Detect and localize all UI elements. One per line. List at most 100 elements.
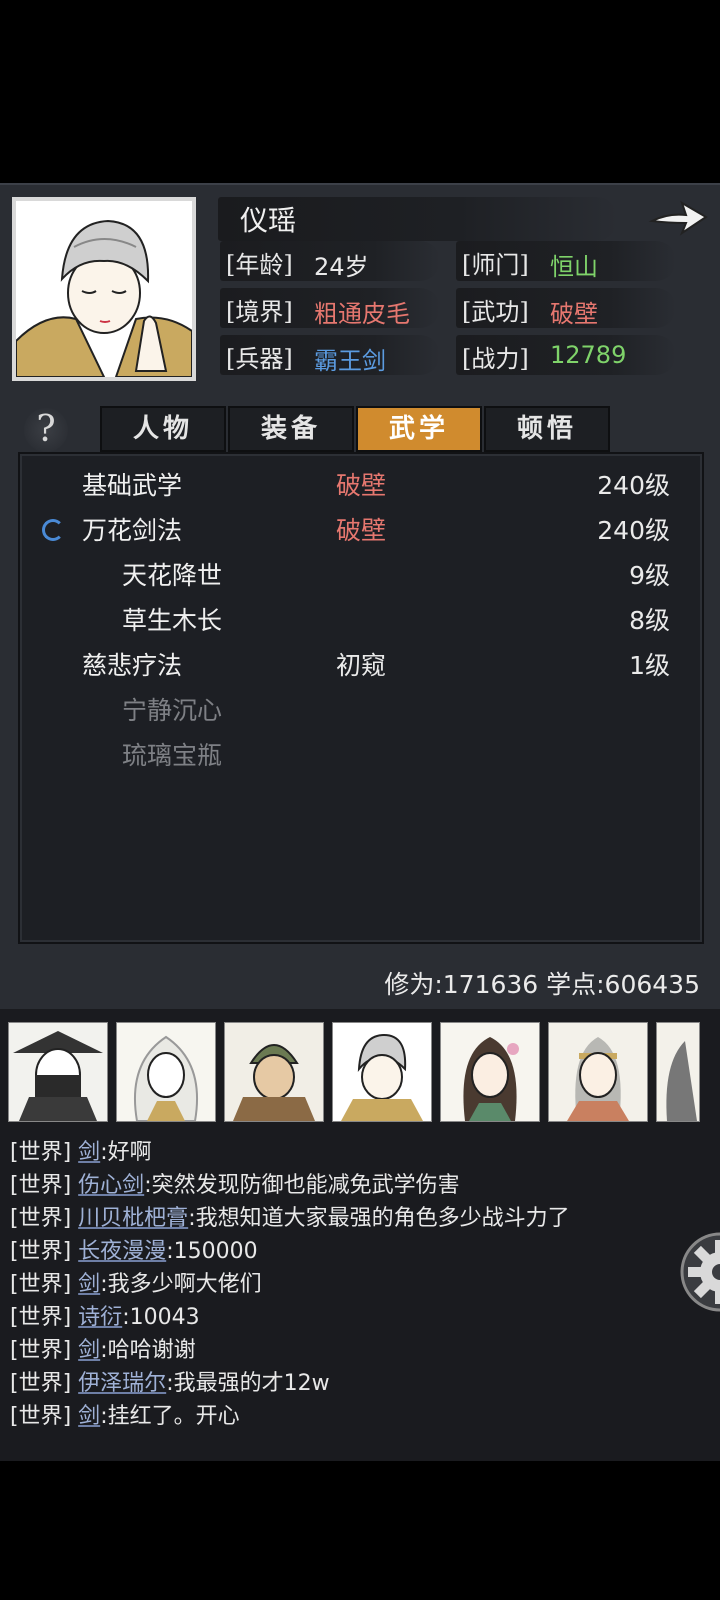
roster-card[interactable] — [8, 1022, 108, 1122]
skill-list: 基础武学 破壁 240级 万花剑法 破壁 240级 天花降世 9级 草生木长 8… — [18, 452, 704, 944]
skill-row[interactable]: 宁静沉心 — [20, 687, 706, 731]
stat-realm-label: [境界] — [226, 298, 293, 326]
skill-name: 基础武学 — [82, 471, 183, 500]
chat-user-link[interactable]: 剑 — [78, 1272, 100, 1297]
chat-channel: [世界] — [10, 1404, 72, 1429]
skill-name: 万花剑法 — [82, 516, 183, 545]
skill-tier: 破壁 — [336, 471, 387, 500]
skill-row[interactable]: 天花降世 9级 — [20, 552, 706, 596]
nun-portrait-icon — [15, 201, 193, 378]
tab-martial-arts[interactable]: 武学 — [356, 406, 482, 452]
skill-name: 宁静沉心 — [122, 696, 223, 725]
chat-message: [世界] 剑:好啊 — [10, 1134, 152, 1165]
chat-text: :我想知道大家最强的角色多少战斗力了 — [188, 1206, 570, 1231]
skill-name: 草生木长 — [122, 606, 223, 635]
roster-card[interactable] — [656, 1022, 700, 1122]
flower-maiden-icon — [441, 1023, 539, 1121]
chat-text: :10043 — [122, 1305, 200, 1330]
chat-user-link[interactable]: 川贝枇杷膏 — [78, 1206, 188, 1231]
loading-spinner-icon — [42, 519, 64, 541]
skill-row[interactable]: 基础武学 破壁 240级 — [20, 462, 706, 506]
chat-text: :好啊 — [100, 1140, 152, 1165]
white-haired-woman-icon — [117, 1023, 215, 1122]
skill-tier: 初窥 — [336, 651, 387, 680]
character-name: 仪瑶 — [240, 204, 297, 237]
chat-message: [世界] 剑:挂红了。开心 — [10, 1398, 240, 1429]
character-header: 仪瑶 [年龄] 24岁 [境界] 粗通皮毛 [兵器] 霸王剑 [师门] 恒山 [… — [0, 183, 720, 393]
roster-card[interactable] — [116, 1022, 216, 1122]
stat-age-value: 24岁 — [314, 253, 369, 281]
nun-icon — [333, 1023, 431, 1121]
partial-portrait-icon — [657, 1023, 699, 1121]
chat-channel: [世界] — [10, 1239, 72, 1264]
chat-message: [世界] 伊泽瑞尔:我最强的才12w — [10, 1365, 330, 1396]
chat-message: [世界] 伤心剑:突然发现防御也能减免武学伤害 — [10, 1167, 460, 1198]
chat-user-link[interactable]: 伊泽瑞尔 — [78, 1371, 166, 1396]
skill-name: 琉璃宝瓶 — [122, 741, 223, 770]
tab-enlightenment[interactable]: 顿悟 — [484, 406, 610, 452]
chat-channel: [世界] — [10, 1173, 72, 1198]
chat-user-link[interactable]: 诗衍 — [78, 1305, 122, 1330]
chat-text: :我多少啊大佬们 — [100, 1272, 262, 1297]
stat-realm-value: 粗通皮毛 — [314, 300, 410, 328]
stat-power-label: [战力] — [462, 345, 529, 373]
skill-name: 慈悲疗法 — [82, 651, 183, 680]
character-portrait[interactable] — [12, 197, 196, 381]
stat-kungfu-label: [武功] — [462, 298, 529, 326]
skill-level: 240级 — [597, 516, 670, 545]
roster-card[interactable] — [224, 1022, 324, 1122]
chat-channel: [世界] — [10, 1272, 72, 1297]
chat-text: :150000 — [166, 1239, 258, 1264]
stat-age-label: [年龄] — [226, 251, 293, 279]
chat-text: :我最强的才12w — [166, 1371, 330, 1396]
chat-user-link[interactable]: 剑 — [78, 1140, 100, 1165]
next-arrow-button[interactable] — [648, 195, 710, 241]
chat-message: [世界] 剑:我多少啊大佬们 — [10, 1266, 262, 1297]
stat-school-label: [师门] — [462, 251, 529, 279]
chat-text: :哈哈谢谢 — [100, 1338, 196, 1363]
stat-weapon-label: [兵器] — [226, 345, 293, 373]
chat-user-link[interactable]: 剑 — [78, 1338, 100, 1363]
skill-row[interactable]: 慈悲疗法 初窥 1级 — [20, 642, 706, 686]
chat-message: [世界] 诗衍:10043 — [10, 1299, 200, 1330]
stat-power-value: 12789 — [550, 341, 627, 369]
roster-card[interactable] — [332, 1022, 432, 1122]
chat-message: [世界] 剑:哈哈谢谢 — [10, 1332, 196, 1363]
chat-text: :挂红了。开心 — [100, 1404, 240, 1429]
masked-swordsman-icon — [9, 1023, 107, 1121]
chat-channel: [世界] — [10, 1371, 72, 1396]
chat-user-link[interactable]: 长夜漫漫 — [78, 1239, 166, 1264]
roster-card[interactable] — [440, 1022, 540, 1122]
skill-row[interactable]: 万花剑法 破壁 240级 — [20, 507, 706, 551]
stat-weapon-value[interactable]: 霸王剑 — [314, 341, 386, 376]
chat-channel: [世界] — [10, 1140, 72, 1165]
skill-level: 9级 — [629, 561, 670, 590]
character-roster — [8, 1022, 720, 1122]
gear-icon — [680, 1232, 720, 1312]
chat-message: [世界] 长夜漫漫:150000 — [10, 1233, 258, 1264]
skill-row[interactable]: 草生木长 8级 — [20, 597, 706, 641]
chat-message: [世界] 川贝枇杷膏:我想知道大家最强的角色多少战斗力了 — [10, 1200, 570, 1231]
arrow-right-icon — [648, 200, 708, 236]
helmeted-warrior-icon — [225, 1023, 323, 1121]
skill-tier: 破壁 — [336, 516, 387, 545]
stat-school-value: 恒山 — [550, 253, 598, 281]
tab-character[interactable]: 人物 — [100, 406, 226, 452]
chat-channel: [世界] — [10, 1305, 72, 1330]
stat-kungfu-value: 破壁 — [550, 300, 598, 328]
headband-man-icon — [549, 1023, 647, 1121]
help-icon[interactable]: ? — [24, 408, 68, 452]
tab-equipment[interactable]: 装备 — [228, 406, 354, 452]
skill-name: 天花降世 — [122, 561, 223, 590]
skill-level: 240级 — [597, 471, 670, 500]
chat-channel: [世界] — [10, 1206, 72, 1231]
chat-text: :突然发现防御也能减免武学伤害 — [144, 1173, 460, 1198]
skill-row[interactable]: 琉璃宝瓶 — [20, 732, 706, 776]
skill-level: 1级 — [629, 651, 670, 680]
chat-user-link[interactable]: 伤心剑 — [78, 1173, 144, 1198]
chat-user-link[interactable]: 剑 — [78, 1404, 100, 1429]
settings-button[interactable] — [680, 1232, 720, 1312]
roster-card[interactable] — [548, 1022, 648, 1122]
skill-level: 8级 — [629, 606, 670, 635]
points-bar: 修为:171636 学点:606435 — [0, 953, 720, 1009]
